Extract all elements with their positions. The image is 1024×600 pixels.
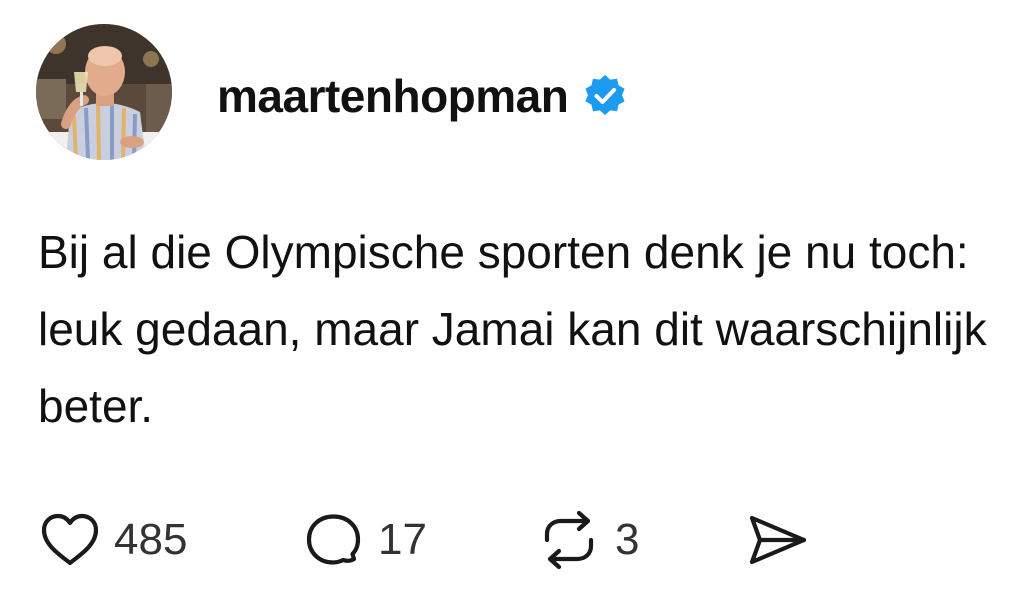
username-link[interactable]: maartenhopman <box>217 69 569 123</box>
author-header: maartenhopman <box>217 66 628 126</box>
comment-bubble-icon <box>306 514 361 565</box>
profile-photo-icon <box>36 24 172 160</box>
repost-count: 3 <box>615 515 640 564</box>
thread-post: maartenhopman Bij al die Olympische spor… <box>0 0 1024 600</box>
reply-button[interactable]: 17 <box>304 508 427 572</box>
repost-button[interactable]: 3 <box>537 508 639 572</box>
repost-arrows-icon <box>544 510 594 570</box>
send-paper-plane-icon <box>749 515 807 565</box>
avatar[interactable] <box>36 24 172 160</box>
reply-count: 17 <box>378 515 427 564</box>
like-button[interactable]: 485 <box>40 508 187 572</box>
share-button[interactable] <box>746 508 810 572</box>
like-count: 485 <box>114 515 188 564</box>
verified-badge <box>582 73 628 119</box>
heart-icon <box>41 513 99 566</box>
verified-badge-icon <box>585 75 625 115</box>
post-body-text: Bij al die Olympische sporten denk je nu… <box>38 226 987 432</box>
